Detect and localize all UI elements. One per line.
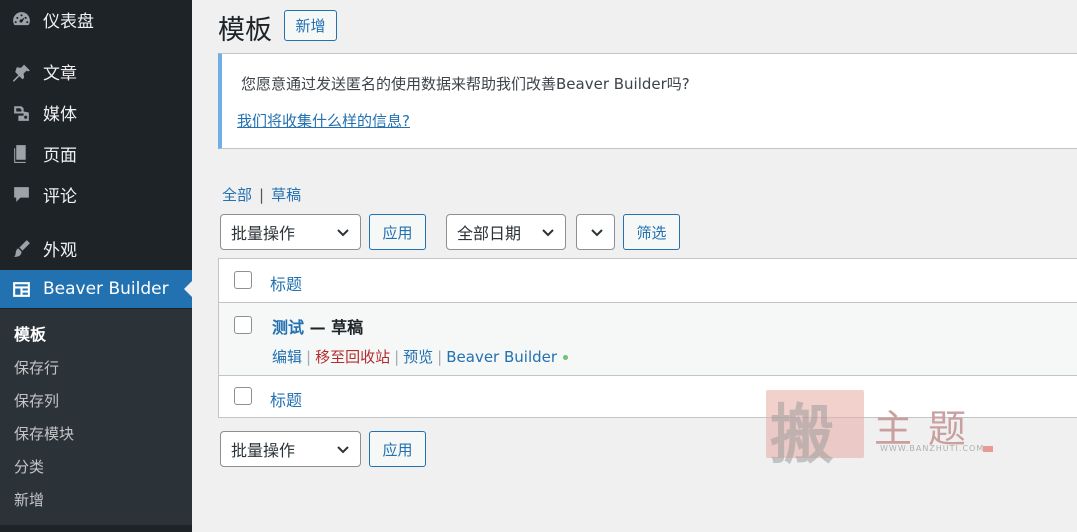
action-separator: | [394, 348, 400, 366]
menu-item-pages[interactable]: 页面 [0, 134, 192, 172]
table-row: 测试 — 草稿 编辑 | 移至回收站 | 预览 | Beaver Builder [219, 303, 1077, 375]
submenu-item-saved-columns[interactable]: 保存列 [14, 390, 59, 412]
select-all-checkbox-footer[interactable] [234, 387, 252, 405]
watermark-bar [983, 446, 993, 452]
edit-link[interactable]: 编辑 [272, 348, 302, 366]
apply-button[interactable]: 应用 [369, 214, 426, 250]
bulk-action-value: 批量操作 [231, 441, 296, 460]
admin-sidebar: 仪表盘 文章 媒体 页面 评论 外观 Beaver Builder 模板 保存行… [0, 0, 192, 532]
watermark: 搬 主题 WWW.BANZHUTI.COM [764, 386, 1004, 473]
filter-button[interactable]: 筛选 [623, 214, 680, 250]
notice-info-link[interactable]: 我们将收集什么样的信息? [237, 110, 410, 131]
preview-link[interactable]: 预览 [403, 348, 433, 366]
menu-item-appearance[interactable]: 外观 [0, 229, 192, 267]
row-title-link[interactable]: 测试 [272, 318, 304, 337]
date-filter-select[interactable]: 全部日期 [446, 214, 566, 250]
submenu-item-saved-rows[interactable]: 保存行 [14, 357, 59, 379]
chevron-down-icon [337, 229, 349, 237]
page-title: 模板 [218, 15, 272, 46]
menu-label: 仪表盘 [43, 11, 94, 32]
row-state: — 草稿 [309, 318, 364, 337]
page-icon [10, 142, 32, 164]
chevron-down-icon [542, 229, 554, 237]
action-separator: | [306, 348, 312, 366]
menu-label: Beaver Builder [43, 279, 169, 299]
usage-notice: 您愿意通过发送匿名的使用数据来帮助我们改善Beaver Builder吗? 我们… [218, 53, 1077, 149]
view-all-link[interactable]: 全部 [222, 186, 252, 204]
bulk-action-value: 批量操作 [231, 224, 296, 243]
layout-icon [10, 278, 32, 300]
row-actions: 编辑 | 移至回收站 | 预览 | Beaver Builder [272, 346, 569, 367]
column-title-footer[interactable]: 标题 [270, 387, 302, 411]
menu-item-comments[interactable]: 评论 [0, 175, 192, 213]
category-filter-select[interactable] [576, 214, 615, 250]
submenu-item-categories[interactable]: 分类 [14, 456, 44, 478]
select-all-checkbox[interactable] [234, 271, 252, 289]
pin-icon [10, 60, 32, 82]
view-separator: | [259, 186, 265, 204]
menu-item-posts[interactable]: 文章 [0, 52, 192, 90]
active-menu-arrow [184, 281, 192, 297]
date-filter-value: 全部日期 [457, 224, 522, 243]
menu-label: 页面 [43, 145, 77, 166]
main-content: 模板 新增 您愿意通过发送匿名的使用数据来帮助我们改善Beaver Builde… [192, 0, 1077, 532]
menu-item-beaver-builder[interactable]: Beaver Builder [0, 270, 192, 308]
chevron-down-icon [591, 229, 603, 237]
menu-item-media[interactable]: 媒体 [0, 93, 192, 131]
watermark-url: WWW.BANZHUTI.COM [880, 444, 985, 453]
dashboard-icon [10, 8, 32, 30]
apply-button-bottom[interactable]: 应用 [369, 431, 426, 467]
action-separator: | [437, 348, 443, 366]
beaver-builder-link[interactable]: Beaver Builder [446, 348, 557, 366]
comment-icon [10, 183, 32, 205]
column-title-header[interactable]: 标题 [270, 271, 302, 295]
submenu-item-saved-modules[interactable]: 保存模块 [14, 423, 74, 445]
row-checkbox[interactable] [234, 316, 252, 334]
menu-item-dashboard[interactable]: 仪表盘 [0, 0, 192, 38]
submenu: 模板 保存行 保存列 保存模块 分类 新增 [0, 309, 192, 525]
status-dot [563, 355, 569, 360]
table-header-row: 标题 [219, 259, 1077, 302]
view-filters: 全部 | 草稿 [222, 184, 301, 205]
chevron-down-icon [337, 446, 349, 454]
row-title: 测试 — 草稿 [272, 314, 363, 338]
submenu-item-add-new[interactable]: 新增 [14, 489, 44, 511]
bulk-action-select[interactable]: 批量操作 [220, 214, 361, 250]
submenu-item-templates[interactable]: 模板 [14, 324, 46, 346]
menu-label: 评论 [43, 186, 77, 207]
menu-label: 外观 [43, 240, 77, 261]
menu-label: 文章 [43, 63, 77, 84]
add-new-button[interactable]: 新增 [284, 10, 337, 41]
view-drafts-link[interactable]: 草稿 [271, 186, 301, 204]
notice-message: 您愿意通过发送匿名的使用数据来帮助我们改善Beaver Builder吗? [241, 75, 690, 93]
bulk-action-select-bottom[interactable]: 批量操作 [220, 431, 361, 467]
menu-label: 媒体 [43, 104, 77, 125]
trash-link[interactable]: 移至回收站 [315, 348, 390, 366]
watermark-big-char: 搬 [770, 398, 834, 473]
media-icon [10, 101, 32, 123]
paintbrush-icon [10, 237, 32, 259]
